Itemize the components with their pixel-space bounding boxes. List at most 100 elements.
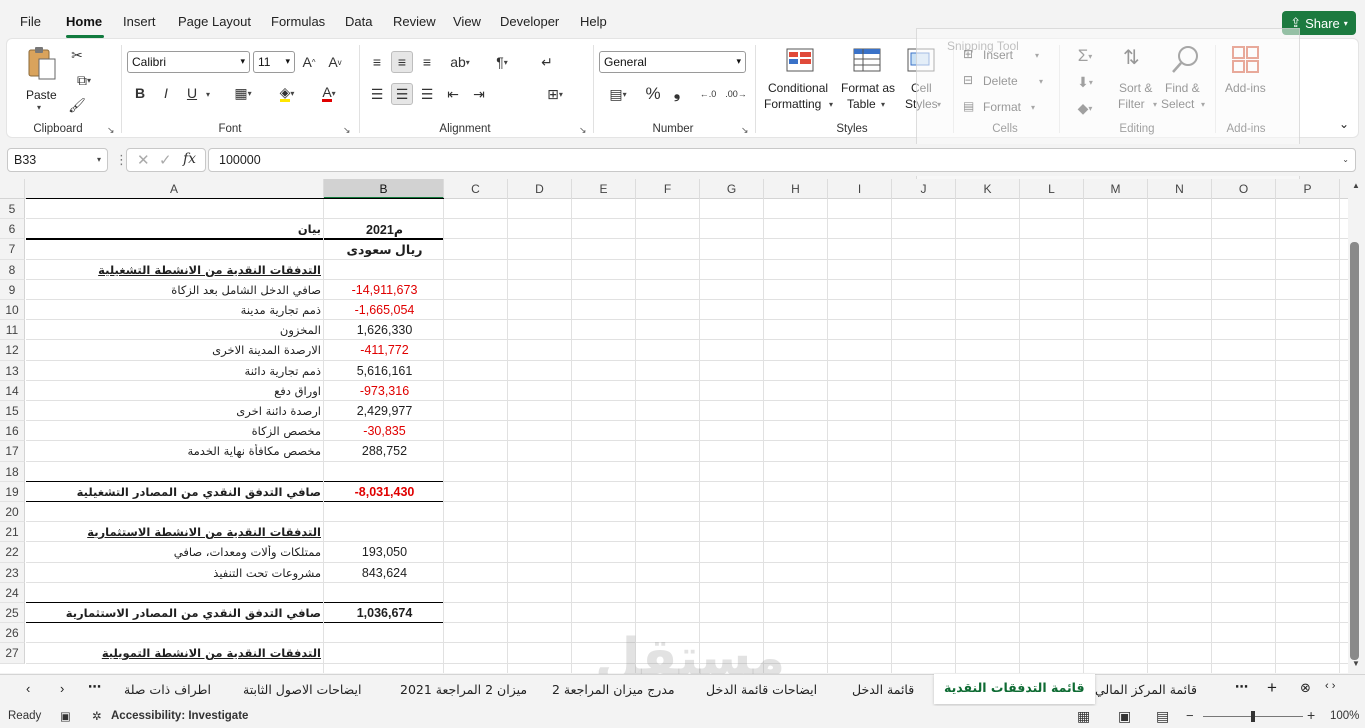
cell-a11[interactable]: المخزون bbox=[26, 323, 323, 337]
row-header[interactable]: 19 bbox=[0, 481, 25, 502]
cell-b12[interactable]: -411,772 bbox=[325, 343, 444, 357]
conditional-formatting-button[interactable]: Conditional Formatting ▾ bbox=[763, 45, 837, 115]
align-right-icon[interactable]: ☰ bbox=[417, 83, 437, 105]
formula-input[interactable]: 100000 ⌄ bbox=[208, 148, 1356, 172]
cut-icon[interactable]: ✂ bbox=[67, 45, 87, 65]
tab-navigation-icon[interactable]: ‹ › bbox=[1325, 680, 1335, 692]
more-tabs-icon[interactable]: ⋯ bbox=[88, 679, 101, 695]
sheet-tab[interactable]: قائمة الدخل bbox=[852, 682, 914, 697]
increase-decimal-icon[interactable]: ←.0 bbox=[697, 83, 719, 105]
row-header[interactable]: 25 bbox=[0, 603, 25, 624]
column-header-n[interactable]: N bbox=[1148, 179, 1212, 199]
decrease-font-icon[interactable]: Av bbox=[325, 51, 345, 73]
dialog-launcher-icon[interactable]: ↘ bbox=[741, 125, 749, 136]
fill-icon[interactable]: ⬇ ▾ bbox=[1065, 71, 1105, 93]
dialog-launcher-icon[interactable]: ↘ bbox=[107, 125, 115, 136]
clear-icon[interactable]: ◆ ▾ bbox=[1065, 97, 1105, 119]
cell-a23[interactable]: مشروعات تحت التنفيذ bbox=[26, 566, 323, 580]
column-header-c[interactable]: C bbox=[444, 179, 508, 199]
row-header[interactable]: 14 bbox=[0, 380, 25, 401]
tab-scroll-left-icon[interactable]: ‹ bbox=[26, 681, 30, 696]
column-header-a[interactable]: A bbox=[25, 179, 324, 199]
row-header[interactable]: 13 bbox=[0, 360, 25, 381]
increase-font-icon[interactable]: A ^ bbox=[299, 51, 319, 73]
zoom-level[interactable]: 100% bbox=[1330, 710, 1359, 722]
cell-b22[interactable]: 193,050 bbox=[325, 545, 444, 559]
macro-record-icon[interactable]: ▣ bbox=[60, 709, 71, 723]
row-header[interactable]: 12 bbox=[0, 340, 25, 361]
bold-button[interactable]: B bbox=[131, 83, 149, 103]
column-header-o[interactable]: O bbox=[1212, 179, 1276, 199]
cell-a22[interactable]: ممتلكات وألات ومعدات، صافي bbox=[26, 545, 323, 559]
decrease-indent-icon[interactable]: ⇤ bbox=[443, 83, 463, 105]
column-header-f[interactable]: F bbox=[636, 179, 700, 199]
comma-style-icon[interactable]: ❟ bbox=[669, 83, 685, 105]
cell-b14[interactable]: -973,316 bbox=[325, 384, 444, 398]
worksheet-grid[interactable]: ABCDEFGHIJKLMNOP 5 6 بيان 2021م 7 ريال سعودى 8… bbox=[0, 179, 1348, 673]
enter-icon[interactable]: ✓ bbox=[159, 151, 172, 169]
menu-insert[interactable]: Insert bbox=[123, 14, 156, 29]
cell-b16[interactable]: -30,835 bbox=[325, 424, 444, 438]
sheet-tab[interactable]: مدرج ميزان المراجعة 2 bbox=[552, 682, 675, 697]
cell-a12[interactable]: الارصدة المدينة الاخرى bbox=[26, 343, 323, 357]
align-left-icon[interactable]: ☰ bbox=[367, 83, 387, 105]
percent-icon[interactable]: % bbox=[643, 83, 663, 105]
cell-a6[interactable]: بيان bbox=[26, 222, 323, 236]
cell-a14[interactable]: اوراق دفع bbox=[26, 384, 323, 398]
paste-button[interactable]: Paste ▾ bbox=[21, 45, 61, 112]
sort-filter-button[interactable]: ⇅ Sort & Filter ▾ bbox=[1113, 45, 1159, 115]
zoom-in-icon[interactable]: + bbox=[1307, 707, 1315, 723]
cell-b19[interactable]: -8,031,430 bbox=[325, 485, 444, 499]
cell-a16[interactable]: مخصص الزكاة bbox=[26, 424, 323, 438]
cell-a15[interactable]: ارصدة دائنة اخرى bbox=[26, 404, 323, 418]
cell-a17[interactable]: مخصص مكافأة نهاية الخدمة bbox=[26, 444, 323, 458]
cell-b6[interactable]: 2021م bbox=[325, 222, 444, 237]
menu-file[interactable]: File bbox=[20, 14, 41, 29]
column-header-h[interactable]: H bbox=[764, 179, 828, 199]
sheet-tab[interactable]: ميزان 2 المراجعة 2021 bbox=[400, 682, 527, 697]
page-layout-view-icon[interactable]: ▣ bbox=[1118, 708, 1131, 725]
scroll-up-icon[interactable]: ▲ bbox=[1352, 181, 1360, 190]
autosum-icon[interactable]: Σ ▾ bbox=[1065, 45, 1105, 67]
cell-b25[interactable]: 1,036,674 bbox=[325, 606, 444, 620]
row-header[interactable]: 21 bbox=[0, 522, 25, 543]
dialog-launcher-icon[interactable]: ↘ bbox=[343, 125, 351, 136]
add-ins-button[interactable]: Add-ins bbox=[1219, 45, 1273, 115]
row-header[interactable]: 9 bbox=[0, 279, 25, 300]
column-header-l[interactable]: L bbox=[1020, 179, 1084, 199]
cell-a10[interactable]: ذمم تجارية مدينة bbox=[26, 303, 323, 317]
column-header-d[interactable]: D bbox=[508, 179, 572, 199]
column-header-k[interactable]: K bbox=[956, 179, 1020, 199]
sheet-tab[interactable]: ايضاحات الاصول الثابتة bbox=[243, 682, 361, 697]
fill-color-icon[interactable]: ◈ ▾ bbox=[269, 83, 305, 103]
menu-data[interactable]: Data bbox=[345, 14, 372, 29]
row-header[interactable]: 15 bbox=[0, 401, 25, 422]
cell-a27[interactable]: التدفقات النقدية من الانشطة التمويلية bbox=[26, 646, 323, 660]
menu-help[interactable]: Help bbox=[580, 14, 607, 29]
accounting-format-icon[interactable]: ▤ ▾ bbox=[601, 83, 635, 105]
column-header-p[interactable]: P bbox=[1276, 179, 1340, 199]
sheet-tab[interactable]: قائمة التدفقات النقدية bbox=[934, 674, 1095, 704]
merge-center-icon[interactable]: ⊞ ▾ bbox=[537, 83, 573, 105]
format-as-table-button[interactable]: Format as Table ▾ bbox=[839, 45, 899, 115]
row-header[interactable]: 5 bbox=[0, 199, 25, 220]
select-all-corner[interactable] bbox=[0, 179, 25, 199]
cell-b17[interactable]: 288,752 bbox=[325, 444, 444, 458]
font-name-combo[interactable]: Calibri ▾ bbox=[127, 51, 250, 73]
scrollbar-thumb[interactable] bbox=[1350, 242, 1359, 660]
text-direction-icon[interactable]: ¶ ▾ bbox=[485, 51, 519, 73]
column-header-b[interactable]: B bbox=[324, 179, 444, 199]
cell-b9[interactable]: -14,911,673 bbox=[325, 283, 444, 297]
name-box[interactable]: B33 ▾ bbox=[7, 148, 108, 172]
accessibility-icon[interactable]: ✲ bbox=[92, 709, 102, 723]
scroll-down-icon[interactable]: ▼ bbox=[1352, 659, 1360, 668]
normal-view-icon[interactable]: ▦ bbox=[1077, 708, 1090, 725]
cell-a9[interactable]: صافي الدخل الشامل بعد الزكاة bbox=[26, 283, 323, 297]
format-painter-icon[interactable]: 🖌 bbox=[67, 95, 87, 115]
decrease-decimal-icon[interactable]: .00→ bbox=[725, 83, 747, 105]
cell-b7[interactable]: ريال سعودى bbox=[325, 242, 444, 257]
more-tabs-icon[interactable]: ⋯ bbox=[1235, 679, 1248, 695]
copy-icon[interactable]: ⧉ ▾ bbox=[67, 70, 101, 90]
sheet-tab[interactable]: اطراف ذات صلة bbox=[124, 682, 211, 697]
borders-icon[interactable]: ▦ ▾ bbox=[225, 83, 261, 103]
